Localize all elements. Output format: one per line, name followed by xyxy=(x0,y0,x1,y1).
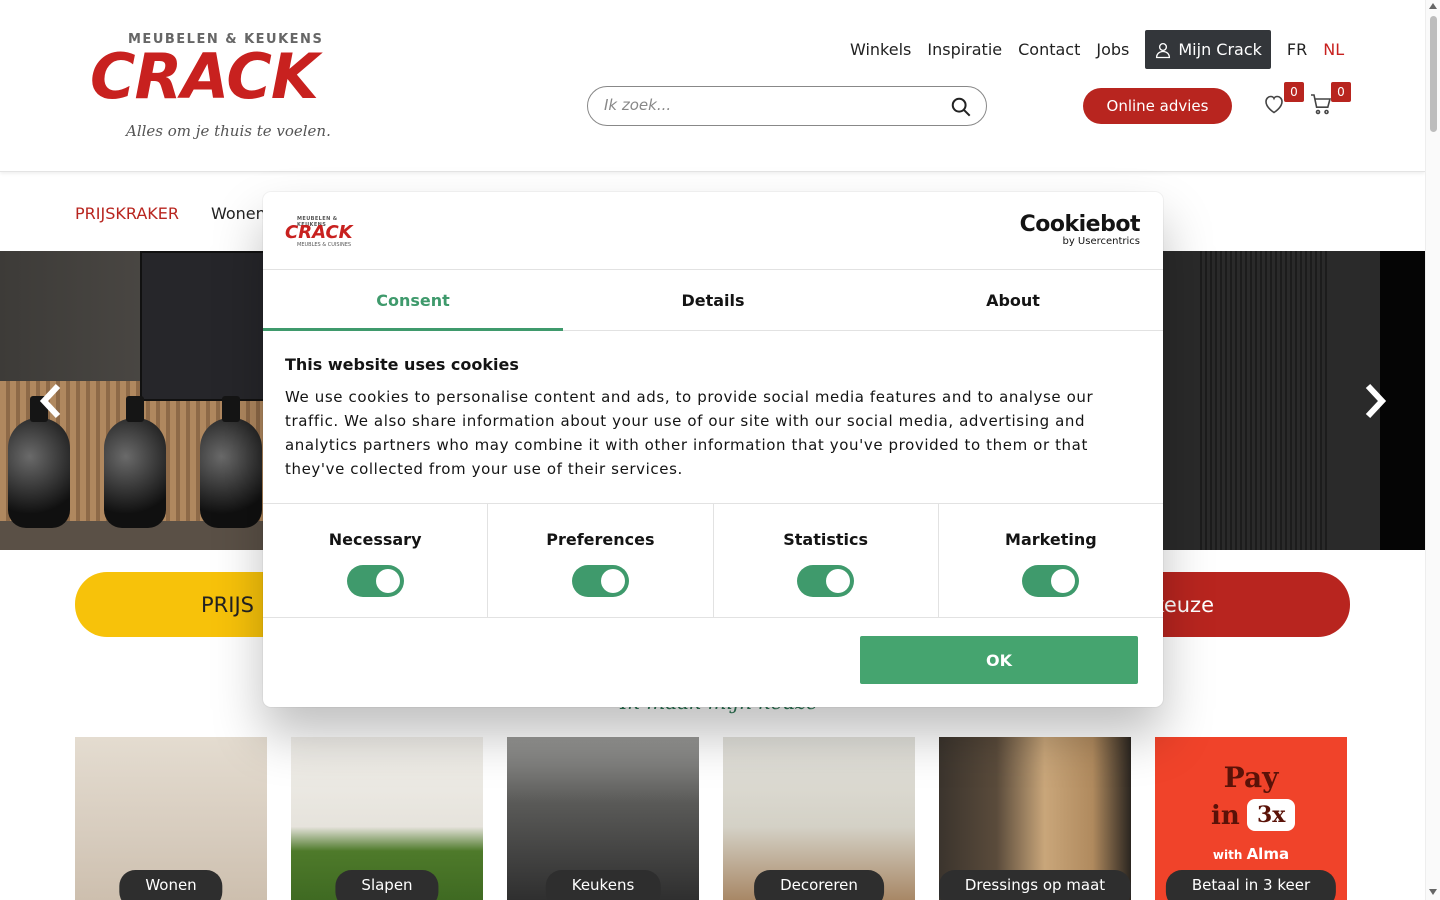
dialog-tabs: Consent Details About xyxy=(263,270,1163,331)
logo-tagline-bottom: Alles om je thuis te voelen. xyxy=(126,122,331,140)
scrollbar-thumb[interactable] xyxy=(1430,16,1437,132)
cart-icon xyxy=(1311,94,1332,115)
hero-door xyxy=(1200,251,1330,550)
dialog-description: We use cookies to personalise content an… xyxy=(285,388,1094,478)
chevron-left-icon[interactable] xyxy=(36,383,66,419)
preferences-switch[interactable] xyxy=(571,565,629,597)
consent-toggles: Necessary Preferences Statistics Marketi… xyxy=(263,504,1163,618)
alma-text: with Alma xyxy=(1155,845,1347,863)
search-input[interactable] xyxy=(604,96,934,114)
site-header: MEUBELEN & KEUKENS CRACK Alles om je thu… xyxy=(0,0,1425,172)
chevron-right-icon[interactable] xyxy=(1360,383,1390,419)
tile-slapen[interactable]: Slapen xyxy=(291,737,483,900)
category-navigation: PRIJSKRAKER Wonen xyxy=(75,204,266,223)
nav-link-jobs[interactable]: Jobs xyxy=(1096,40,1129,59)
tile-label: Decoreren xyxy=(754,870,884,900)
page-scrollbar[interactable] xyxy=(1425,0,1440,900)
tile-dressings[interactable]: Dressings op maat xyxy=(939,737,1131,900)
cart-count-badge: 0 xyxy=(1331,82,1351,102)
logo-brand: CRACK xyxy=(90,40,319,113)
necessary-switch[interactable] xyxy=(346,565,404,597)
tab-about[interactable]: About xyxy=(863,270,1163,330)
cookie-consent-dialog: MEUBELEN & KEUKENS CRACK MEUBLES & CUISI… xyxy=(263,192,1163,707)
hero-oven xyxy=(140,251,270,401)
online-advies-button[interactable]: Online advies xyxy=(1083,88,1232,124)
nav-link-contact[interactable]: Contact xyxy=(1018,40,1080,59)
modal-logo-bottom: MEUBLES & CUISINES xyxy=(297,242,352,248)
toggle-preferences: Preferences xyxy=(488,504,714,617)
nav-link-inspiratie[interactable]: Inspiratie xyxy=(927,40,1002,59)
hero-vase xyxy=(8,396,70,528)
toggle-marketing: Marketing xyxy=(939,504,1163,617)
cookiebot-logo[interactable]: Cookiebot by Usercentrics xyxy=(1019,212,1141,248)
marketing-switch[interactable] xyxy=(1022,565,1080,597)
tile-decoreren[interactable]: Decoreren xyxy=(723,737,915,900)
tile-keukens[interactable]: Keukens xyxy=(507,737,699,900)
dialog-header: MEUBELEN & KEUKENS CRACK MEUBLES & CUISI… xyxy=(263,192,1163,270)
my-account-button[interactable]: Mijn Crack xyxy=(1145,30,1271,69)
search-icon[interactable] xyxy=(950,96,972,118)
crack-logo[interactable]: MEUBELEN & KEUKENS CRACK Alles om je thu… xyxy=(90,32,360,144)
dialog-title: This website uses cookies xyxy=(285,355,519,374)
scroll-up-arrow-icon[interactable] xyxy=(1429,3,1437,9)
tab-details[interactable]: Details xyxy=(563,270,863,330)
cookiebot-by: by Usercentrics xyxy=(1062,236,1140,247)
category-tiles: Wonen Slapen Keukens Decoreren Dressings… xyxy=(75,737,1347,900)
hero-vase xyxy=(200,396,262,528)
toggle-label: Marketing xyxy=(1005,530,1097,549)
switch-knob xyxy=(375,569,400,593)
toggle-statistics: Statistics xyxy=(714,504,939,617)
toggle-necessary: Necessary xyxy=(263,504,489,617)
tile-label: Slapen xyxy=(335,870,439,900)
user-icon xyxy=(1156,42,1171,58)
tile-label: Betaal in 3 keer xyxy=(1165,870,1337,900)
alma-with: with xyxy=(1212,848,1243,862)
toggle-label: Necessary xyxy=(328,530,422,549)
toggle-label: Statistics xyxy=(783,530,868,549)
language-nl[interactable]: NL xyxy=(1323,40,1344,59)
nav-link-winkels[interactable]: Winkels xyxy=(850,40,911,59)
tile-wonen[interactable]: Wonen xyxy=(75,737,267,900)
tile-label: Dressings op maat xyxy=(939,870,1131,900)
toggle-label: Preferences xyxy=(546,530,655,549)
hero-vase xyxy=(104,396,166,528)
tile-label: Keukens xyxy=(545,870,661,900)
modal-logo-brand: CRACK xyxy=(285,222,353,243)
cookiebot-name: Cookiebot xyxy=(1019,212,1141,237)
crack-modal-logo: MEUBELEN & KEUKENS CRACK MEUBLES & CUISI… xyxy=(285,216,355,248)
cart-button[interactable]: 0 xyxy=(1309,82,1351,116)
switch-knob xyxy=(826,569,851,593)
tab-consent[interactable]: Consent xyxy=(263,270,563,331)
scroll-down-arrow-icon[interactable] xyxy=(1429,889,1437,895)
heart-icon xyxy=(1265,95,1283,114)
times-badge: 3x xyxy=(1247,799,1296,831)
switch-knob xyxy=(1051,569,1076,593)
ok-button[interactable]: OK xyxy=(860,636,1138,684)
top-navigation: Winkels Inspiratie Contact Jobs Mijn Cra… xyxy=(850,30,1344,69)
tile-pay-in-3[interactable]: Pay in 3x with Alma Betaal in 3 keer xyxy=(1155,737,1347,900)
wishlist-button[interactable]: 0 xyxy=(1262,82,1304,116)
statistics-switch[interactable] xyxy=(797,565,855,597)
language-fr[interactable]: FR xyxy=(1287,40,1307,59)
dialog-footer: OK xyxy=(263,618,1163,707)
wishlist-count-badge: 0 xyxy=(1284,82,1304,102)
dialog-body: This website uses cookies We use cookies… xyxy=(263,331,1163,504)
pay-text: Pay xyxy=(1223,761,1279,794)
in-text: in xyxy=(1211,801,1240,831)
alma-provider: Alma xyxy=(1246,845,1290,863)
tile-label: Wonen xyxy=(119,870,223,900)
category-link-wonen[interactable]: Wonen xyxy=(211,204,266,223)
search-bar xyxy=(587,86,987,126)
switch-knob xyxy=(600,569,625,593)
category-link-prijskraker[interactable]: PRIJSKRAKER xyxy=(75,204,179,223)
my-account-label: Mijn Crack xyxy=(1178,40,1262,59)
